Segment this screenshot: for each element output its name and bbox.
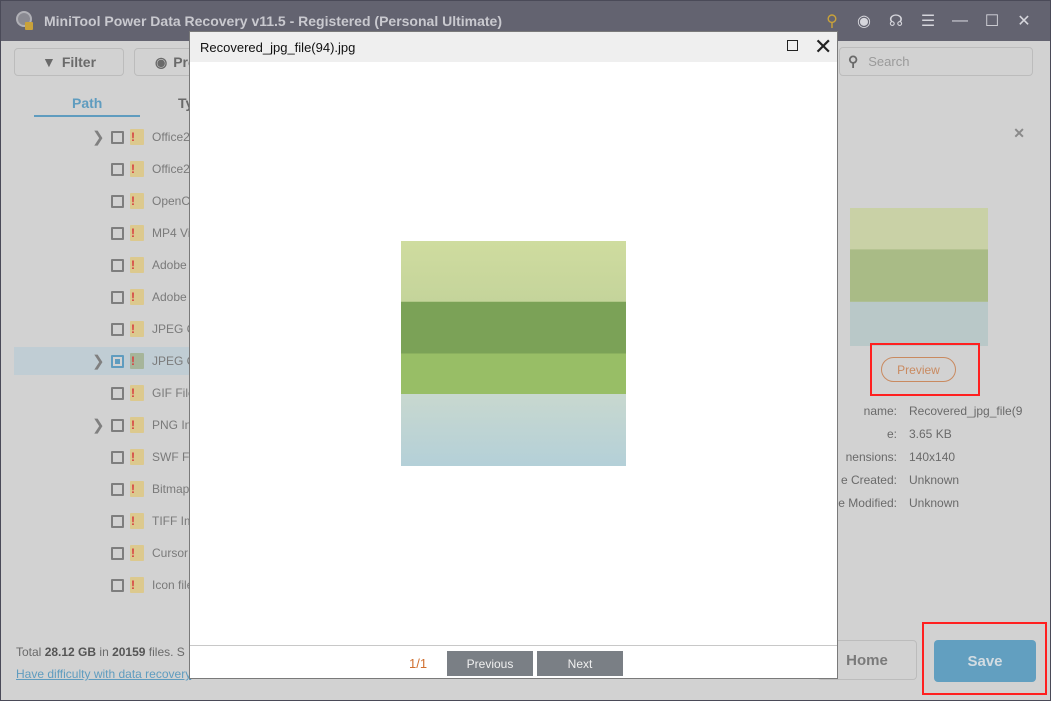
tree-item-label: Cursor bbox=[152, 546, 189, 560]
info-value: Unknown bbox=[909, 473, 960, 487]
search-icon: ⚲ bbox=[848, 53, 859, 69]
folder-warning-icon: ! bbox=[130, 225, 144, 241]
total-mid: in bbox=[96, 645, 113, 659]
folder-warning-icon: ! bbox=[130, 193, 144, 209]
preview-image bbox=[401, 241, 626, 466]
tree-item-label: PNG In bbox=[152, 418, 192, 432]
app-title: MiniTool Power Data Recovery v11.5 - Reg… bbox=[44, 13, 502, 29]
filter-label: Filter bbox=[61, 54, 97, 70]
folder-warning-icon: ! bbox=[130, 129, 144, 145]
checkbox[interactable] bbox=[111, 354, 124, 368]
tab-path[interactable]: Path bbox=[72, 95, 102, 111]
folder-warning-icon: ! bbox=[130, 545, 144, 561]
highlight-preview bbox=[870, 343, 980, 396]
total-summary: Total 28.12 GB in 20159 files. S bbox=[16, 645, 185, 659]
folder-warning-icon: ! bbox=[130, 385, 144, 401]
folder-warning-icon: ! bbox=[130, 353, 144, 369]
page-indicator: 1/1 bbox=[409, 656, 428, 671]
folder-warning-icon: ! bbox=[130, 513, 144, 529]
folder-warning-icon: ! bbox=[130, 257, 144, 273]
disc-icon[interactable]: ◉ bbox=[848, 1, 880, 41]
checkbox[interactable] bbox=[111, 418, 124, 432]
tree-item-label: OpenC bbox=[152, 194, 191, 208]
dialog-title-bar: Recovered_jpg_file(94).jpg ✕ bbox=[190, 32, 837, 62]
app-logo-icon bbox=[14, 10, 36, 32]
chevron-right-icon[interactable]: ❯ bbox=[92, 128, 105, 146]
search-placeholder: Search bbox=[868, 54, 910, 69]
filter-button[interactable]: ▼ Filter bbox=[14, 48, 124, 76]
info-value: 140x140 bbox=[909, 450, 956, 464]
next-button[interactable]: Next bbox=[537, 651, 623, 676]
checkbox[interactable] bbox=[111, 226, 124, 240]
checkbox[interactable] bbox=[111, 162, 124, 176]
help-link[interactable]: Have difficulty with data recovery bbox=[16, 667, 191, 681]
folder-warning-icon: ! bbox=[130, 449, 144, 465]
total-files: 20159 bbox=[112, 645, 146, 659]
preview-dialog: Recovered_jpg_file(94).jpg ✕ 1/1 Previou… bbox=[189, 31, 838, 679]
folder-warning-icon: ! bbox=[130, 577, 144, 593]
tree-item-label: Adobe bbox=[152, 258, 187, 272]
tab-path-underline bbox=[34, 115, 140, 117]
info-value: Recovered_jpg_file(9 bbox=[909, 404, 1023, 418]
dialog-title: Recovered_jpg_file(94).jpg bbox=[200, 40, 356, 55]
tree-item-label: Adobe bbox=[152, 290, 187, 304]
folder-warning-icon: ! bbox=[130, 161, 144, 177]
checkbox[interactable] bbox=[111, 290, 124, 304]
checkbox[interactable] bbox=[111, 546, 124, 560]
checkbox[interactable] bbox=[111, 450, 124, 464]
checkbox[interactable] bbox=[111, 482, 124, 496]
checkbox[interactable] bbox=[111, 258, 124, 272]
tree-item-label: Bitmap bbox=[152, 482, 190, 496]
menu-icon[interactable]: ☰ bbox=[912, 1, 944, 41]
eye-icon: ◉ bbox=[155, 53, 168, 70]
maximize-icon[interactable] bbox=[787, 40, 798, 51]
total-suffix: files. S bbox=[145, 645, 185, 659]
folder-warning-icon: ! bbox=[130, 481, 144, 497]
info-value: 3.65 KB bbox=[909, 427, 952, 441]
tree-item-label: Office2 bbox=[152, 162, 190, 176]
total-prefix: Total bbox=[16, 645, 45, 659]
tree-item-label: MP4 Vi bbox=[152, 226, 191, 240]
minimize-icon[interactable]: — bbox=[944, 1, 976, 41]
close-details-icon[interactable]: ✕ bbox=[1013, 125, 1025, 142]
checkbox[interactable] bbox=[111, 322, 124, 336]
close-icon[interactable]: ✕ bbox=[814, 34, 832, 60]
folder-warning-icon: ! bbox=[130, 321, 144, 337]
checkbox[interactable] bbox=[111, 194, 124, 208]
chevron-right-icon[interactable]: ❯ bbox=[92, 416, 105, 434]
checkbox[interactable] bbox=[111, 130, 124, 144]
checkbox[interactable] bbox=[111, 514, 124, 528]
chevron-right-icon[interactable]: ❯ bbox=[92, 352, 105, 370]
thumbnail-image bbox=[850, 208, 988, 346]
tree-item-label: Office2 bbox=[152, 130, 190, 144]
dialog-footer: 1/1 Previous Next bbox=[190, 645, 837, 679]
checkbox[interactable] bbox=[111, 386, 124, 400]
tree-item-label: TIFF Im bbox=[152, 514, 194, 528]
folder-warning-icon: ! bbox=[130, 417, 144, 433]
folder-warning-icon: ! bbox=[130, 289, 144, 305]
checkbox[interactable] bbox=[111, 578, 124, 592]
info-value: Unknown bbox=[909, 496, 960, 510]
tree-item-label: SWF Fi bbox=[152, 450, 192, 464]
previous-button[interactable]: Previous bbox=[447, 651, 533, 676]
search-input[interactable]: ⚲ Search bbox=[839, 47, 1033, 76]
filter-icon: ▼ bbox=[41, 54, 56, 70]
total-size: 28.12 GB bbox=[44, 645, 97, 659]
close-icon[interactable]: ✕ bbox=[1008, 1, 1040, 41]
maximize-icon[interactable]: ☐ bbox=[976, 1, 1008, 41]
tree-item-label: Icon file bbox=[152, 578, 194, 592]
highlight-save bbox=[922, 622, 1047, 695]
headphones-icon[interactable]: ☊ bbox=[880, 1, 912, 41]
